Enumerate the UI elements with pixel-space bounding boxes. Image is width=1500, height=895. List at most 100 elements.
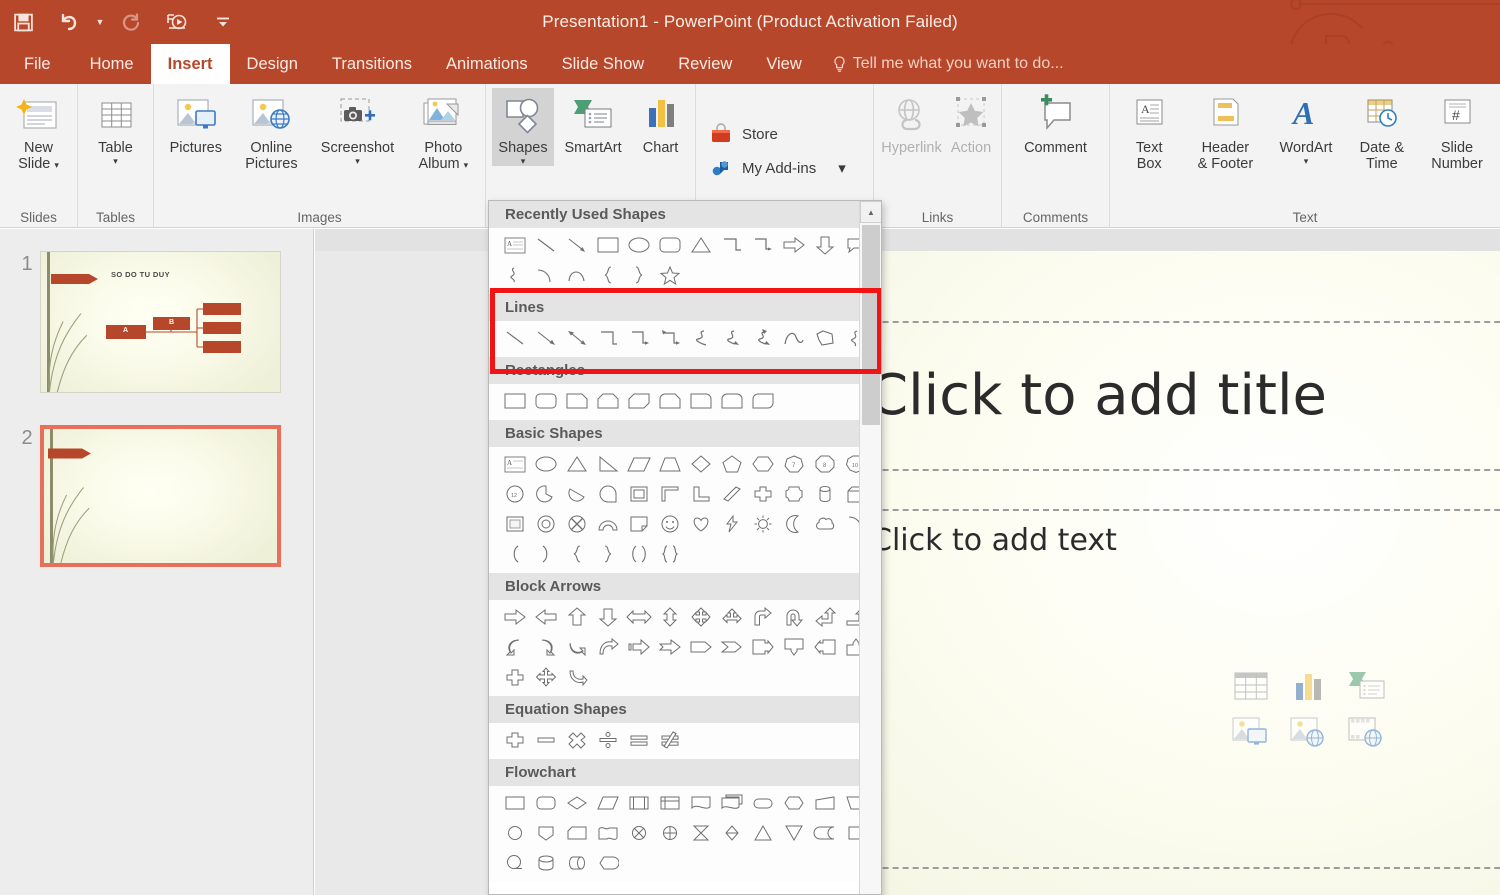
shape-frame[interactable] [623,479,654,509]
shape-trapezoid[interactable] [654,449,685,479]
shape-right-brace[interactable] [623,260,654,290]
shape-quad-arrow-callout[interactable] [530,662,561,692]
comment-button[interactable]: Comment [1018,88,1093,156]
shape-left-brace[interactable] [561,539,592,569]
shape-left-bracket[interactable] [499,539,530,569]
hyperlink-button[interactable]: Hyperlink [878,88,945,156]
shape-elbow-double-arrow-connector[interactable] [654,323,685,353]
tell-me-search[interactable]: Tell me what you want to do... [819,44,1078,84]
shape-flowchart-summing-junction[interactable] [623,818,654,848]
shape-flowchart-extract[interactable] [747,818,778,848]
shape-flowchart-internal-storage[interactable] [654,788,685,818]
shape-striped-right-arrow[interactable] [623,632,654,662]
shape-curved-left-arrow[interactable] [499,632,530,662]
shape-right-arrow[interactable] [499,602,530,632]
chevron-down-icon[interactable]: ▾ [113,156,118,166]
shape-elbow-connector[interactable] [592,323,623,353]
tab-animations[interactable]: Animations [429,44,545,84]
date-time-button[interactable]: Date & Time [1353,88,1411,172]
shape-star-5-point[interactable] [654,260,685,290]
slide-thumbnail-pane[interactable]: 1 SO DO TU DUY A B 2 [0,229,314,895]
shape-line[interactable] [530,230,561,260]
shape-circular-arrow[interactable] [499,662,530,692]
body-placeholder-box[interactable] [881,509,1500,869]
shape-plus[interactable] [499,725,530,755]
shape-sun[interactable] [747,509,778,539]
shape-flowchart-document[interactable] [685,788,716,818]
header-footer-button[interactable]: Header & Footer [1192,88,1260,172]
thumbnail-slide-1[interactable]: 1 SO DO TU DUY A B [14,251,281,393]
shape-flowchart-preparation[interactable] [778,788,809,818]
pictures-button[interactable]: Pictures [164,88,228,156]
gallery-scrollbar[interactable]: ▲ [859,201,881,894]
shape-curved-down-arrow[interactable] [592,632,623,662]
shape-snip-and-round-single-corner-rectangle[interactable] [654,386,685,416]
new-slide-button[interactable]: New Slide ▾ [9,88,69,172]
title-placeholder-text[interactable]: Click to add title [881,363,1327,428]
tab-file[interactable]: File [0,44,73,84]
shape-curved-connector[interactable] [685,323,716,353]
insert-chart-icon[interactable] [1287,666,1331,706]
shape-left-up-arrow[interactable] [809,602,840,632]
shape-half-frame[interactable] [654,479,685,509]
online-pictures-button[interactable]: Online Pictures [239,88,303,172]
shape-left-arrow[interactable] [530,602,561,632]
shape-flowchart-sort[interactable] [716,818,747,848]
shape-not-equal[interactable] [654,725,685,755]
shape-right-arrow[interactable] [778,230,809,260]
shape-notched-right-arrow[interactable] [654,632,685,662]
shape-left-right-arrow-callout[interactable] [561,662,592,692]
chevron-down-icon[interactable]: ▾ [1304,156,1309,166]
shape-multiply[interactable] [561,725,592,755]
insert-picture-icon[interactable] [1229,714,1273,754]
shape-up-down-arrow[interactable] [654,602,685,632]
chevron-down-icon[interactable]: ▾ [838,159,846,177]
shape-block-arc[interactable] [592,509,623,539]
shape-flowchart-alternate-process[interactable] [530,788,561,818]
chevron-down-icon[interactable]: ▾ [464,160,469,170]
shape-bent-arrow[interactable] [747,602,778,632]
shape-flowchart-merge[interactable] [778,818,809,848]
shape-snip-same-side-corner-rectangle[interactable] [592,386,623,416]
shape-snip-single-corner-rectangle[interactable] [561,386,592,416]
shape-line-arrow[interactable] [530,323,561,353]
shape-curved-up-arrow[interactable] [561,632,592,662]
insert-smartart-icon[interactable] [1345,666,1389,706]
table-button[interactable]: Table ▾ [87,88,145,166]
tab-insert[interactable]: Insert [150,44,230,84]
shape-oval[interactable] [530,449,561,479]
shapes-gallery-dropdown[interactable]: Recently Used Shapes A Lines Rectangles … [488,200,882,895]
tab-view[interactable]: View [749,44,818,84]
shape-flowchart-data[interactable] [592,788,623,818]
shape-double-bracket[interactable] [623,539,654,569]
shape-cross[interactable] [747,479,778,509]
shape-flowchart-direct-access-storage[interactable] [561,848,592,878]
shape-can[interactable] [809,479,840,509]
shape-heart[interactable] [685,509,716,539]
shape-curved-arrow-connector[interactable] [716,323,747,353]
chevron-down-icon[interactable]: ▾ [54,160,59,170]
shape-flowchart-terminator[interactable] [747,788,778,818]
shape-chevron[interactable] [716,632,747,662]
shape-octagon[interactable]: 8 [809,449,840,479]
shape-curve-arc[interactable] [561,260,592,290]
shape-pie[interactable] [530,479,561,509]
shape-hexagon[interactable] [747,449,778,479]
shape-left-brace[interactable] [592,260,623,290]
tab-home[interactable]: Home [73,44,151,84]
shape-curved-double-arrow-connector[interactable] [747,323,778,353]
thumbnail-preview[interactable] [40,425,281,567]
shape-l-shape[interactable] [685,479,716,509]
screenshot-button[interactable]: Screenshot ▾ [315,88,400,166]
shape-right-arrow-callout[interactable] [747,632,778,662]
shape-flowchart-magnetic-disk[interactable] [530,848,561,878]
insert-table-icon[interactable] [1229,666,1273,706]
shape-flowchart-display[interactable] [592,848,623,878]
insert-video-icon[interactable] [1345,714,1389,754]
shape-isosceles-triangle[interactable] [685,230,716,260]
shape-quad-arrow[interactable] [685,602,716,632]
shape-smiley-face[interactable] [654,509,685,539]
shape-rounded-rectangle[interactable] [654,230,685,260]
shape-u-turn-arrow[interactable] [778,602,809,632]
shape-right-triangle[interactable] [592,449,623,479]
